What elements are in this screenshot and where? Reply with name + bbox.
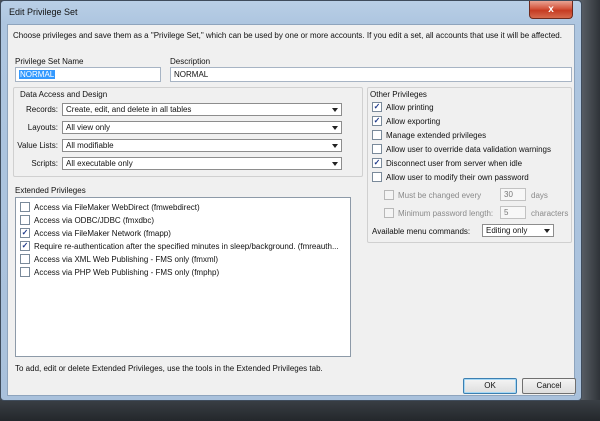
fmreauth-label: Require re-authentication after the spec… <box>34 242 339 251</box>
privilege-set-name-input[interactable]: NORMAL <box>15 67 161 82</box>
other-privileges-title: Other Privileges <box>370 90 427 99</box>
override-validation-checkbox[interactable] <box>372 144 382 154</box>
fmphp-checkbox[interactable] <box>20 267 30 277</box>
fmxdbc-checkbox[interactable] <box>20 215 30 225</box>
extended-privileges-title: Extended Privileges <box>15 186 86 195</box>
min-length-checkbox[interactable] <box>384 208 394 218</box>
must-change-label: Must be changed every <box>398 191 482 200</box>
fmxdbc-label: Access via ODBC/JDBC (fmxdbc) <box>34 216 155 225</box>
manage-extended-checkbox[interactable] <box>372 130 382 140</box>
manage-extended-label: Manage extended privileges <box>386 131 487 140</box>
description-label: Description <box>170 57 211 66</box>
chevron-down-icon <box>332 108 338 112</box>
allow-printing-label: Allow printing <box>386 103 434 112</box>
scripts-select[interactable]: All executable only <box>62 157 342 170</box>
dialog-content: Choose privileges and save them as a "Pr… <box>7 24 576 396</box>
records-label: Records: <box>25 105 58 114</box>
menu-commands-value: Editing only <box>486 226 528 235</box>
fmapp-label: Access via FileMaker Network (fmapp) <box>34 229 171 238</box>
min-length-label: Minimum password length: <box>398 209 494 218</box>
title-bar[interactable]: Edit Privilege Set x <box>1 1 581 23</box>
value-lists-value: All modifiable <box>66 141 114 150</box>
close-button[interactable]: x <box>529 1 573 19</box>
extended-privileges-list[interactable]: Access via FileMaker WebDirect (fmwebdir… <box>15 197 351 357</box>
desktop-background-bottom <box>0 400 600 421</box>
layouts-select[interactable]: All view only <box>62 121 342 134</box>
fmwebdirect-checkbox[interactable] <box>20 202 30 212</box>
extended-privileges-footer: To add, edit or delete Extended Privileg… <box>15 364 323 373</box>
description-input[interactable]: NORMAL <box>170 67 572 82</box>
disconnect-idle-label: Disconnect user from server when idle <box>386 159 523 168</box>
menu-commands-label: Available menu commands: <box>372 227 471 236</box>
fmxml-checkbox[interactable] <box>20 254 30 264</box>
override-validation-label: Allow user to override data validation w… <box>386 145 551 154</box>
privilege-set-name-label: Privilege Set Name <box>15 57 84 66</box>
intro-text: Choose privileges and save them as a "Pr… <box>13 31 562 40</box>
modify-password-label: Allow user to modify their own password <box>386 173 529 182</box>
chevron-down-icon <box>544 229 550 233</box>
menu-commands-select[interactable]: Editing only <box>482 224 554 237</box>
days-unit-label: days <box>531 191 548 200</box>
records-select[interactable]: Create, edit, and delete in all tables <box>62 103 342 116</box>
window-title: Edit Privilege Set <box>9 7 78 17</box>
ok-button[interactable]: OK <box>463 378 517 394</box>
value-lists-label: Value Lists: <box>17 141 58 150</box>
privilege-set-name-value: NORMAL <box>19 70 56 79</box>
chevron-down-icon <box>332 162 338 166</box>
chevron-down-icon <box>332 126 338 130</box>
scripts-label: Scripts: <box>31 159 58 168</box>
records-value: Create, edit, and delete in all tables <box>66 105 192 114</box>
disconnect-idle-checkbox[interactable]: ✓ <box>372 158 382 168</box>
characters-unit-label: characters <box>531 209 569 218</box>
modify-password-checkbox[interactable] <box>372 172 382 182</box>
fmphp-label: Access via PHP Web Publishing - FMS only… <box>34 268 220 277</box>
fmwebdirect-label: Access via FileMaker WebDirect (fmwebdir… <box>34 203 200 212</box>
scripts-value: All executable only <box>66 159 133 168</box>
chevron-down-icon <box>332 144 338 148</box>
layouts-value: All view only <box>66 123 111 132</box>
value-lists-select[interactable]: All modifiable <box>62 139 342 152</box>
fmxml-label: Access via XML Web Publishing - FMS only… <box>34 255 219 264</box>
cancel-button[interactable]: Cancel <box>522 378 576 394</box>
layouts-label: Layouts: <box>27 123 58 132</box>
allow-exporting-label: Allow exporting <box>386 117 441 126</box>
allow-printing-checkbox[interactable]: ✓ <box>372 102 382 112</box>
must-change-checkbox[interactable] <box>384 190 394 200</box>
min-length-input[interactable]: 5 <box>500 206 526 219</box>
data-access-title: Data Access and Design <box>20 90 108 99</box>
fmapp-checkbox[interactable]: ✓ <box>20 228 30 238</box>
allow-exporting-checkbox[interactable]: ✓ <box>372 116 382 126</box>
edit-privilege-set-dialog: Edit Privilege Set x Choose privileges a… <box>0 0 582 401</box>
desktop-background <box>580 0 600 421</box>
must-change-days-input[interactable]: 30 <box>500 188 526 201</box>
fmreauth-checkbox[interactable]: ✓ <box>20 241 30 251</box>
